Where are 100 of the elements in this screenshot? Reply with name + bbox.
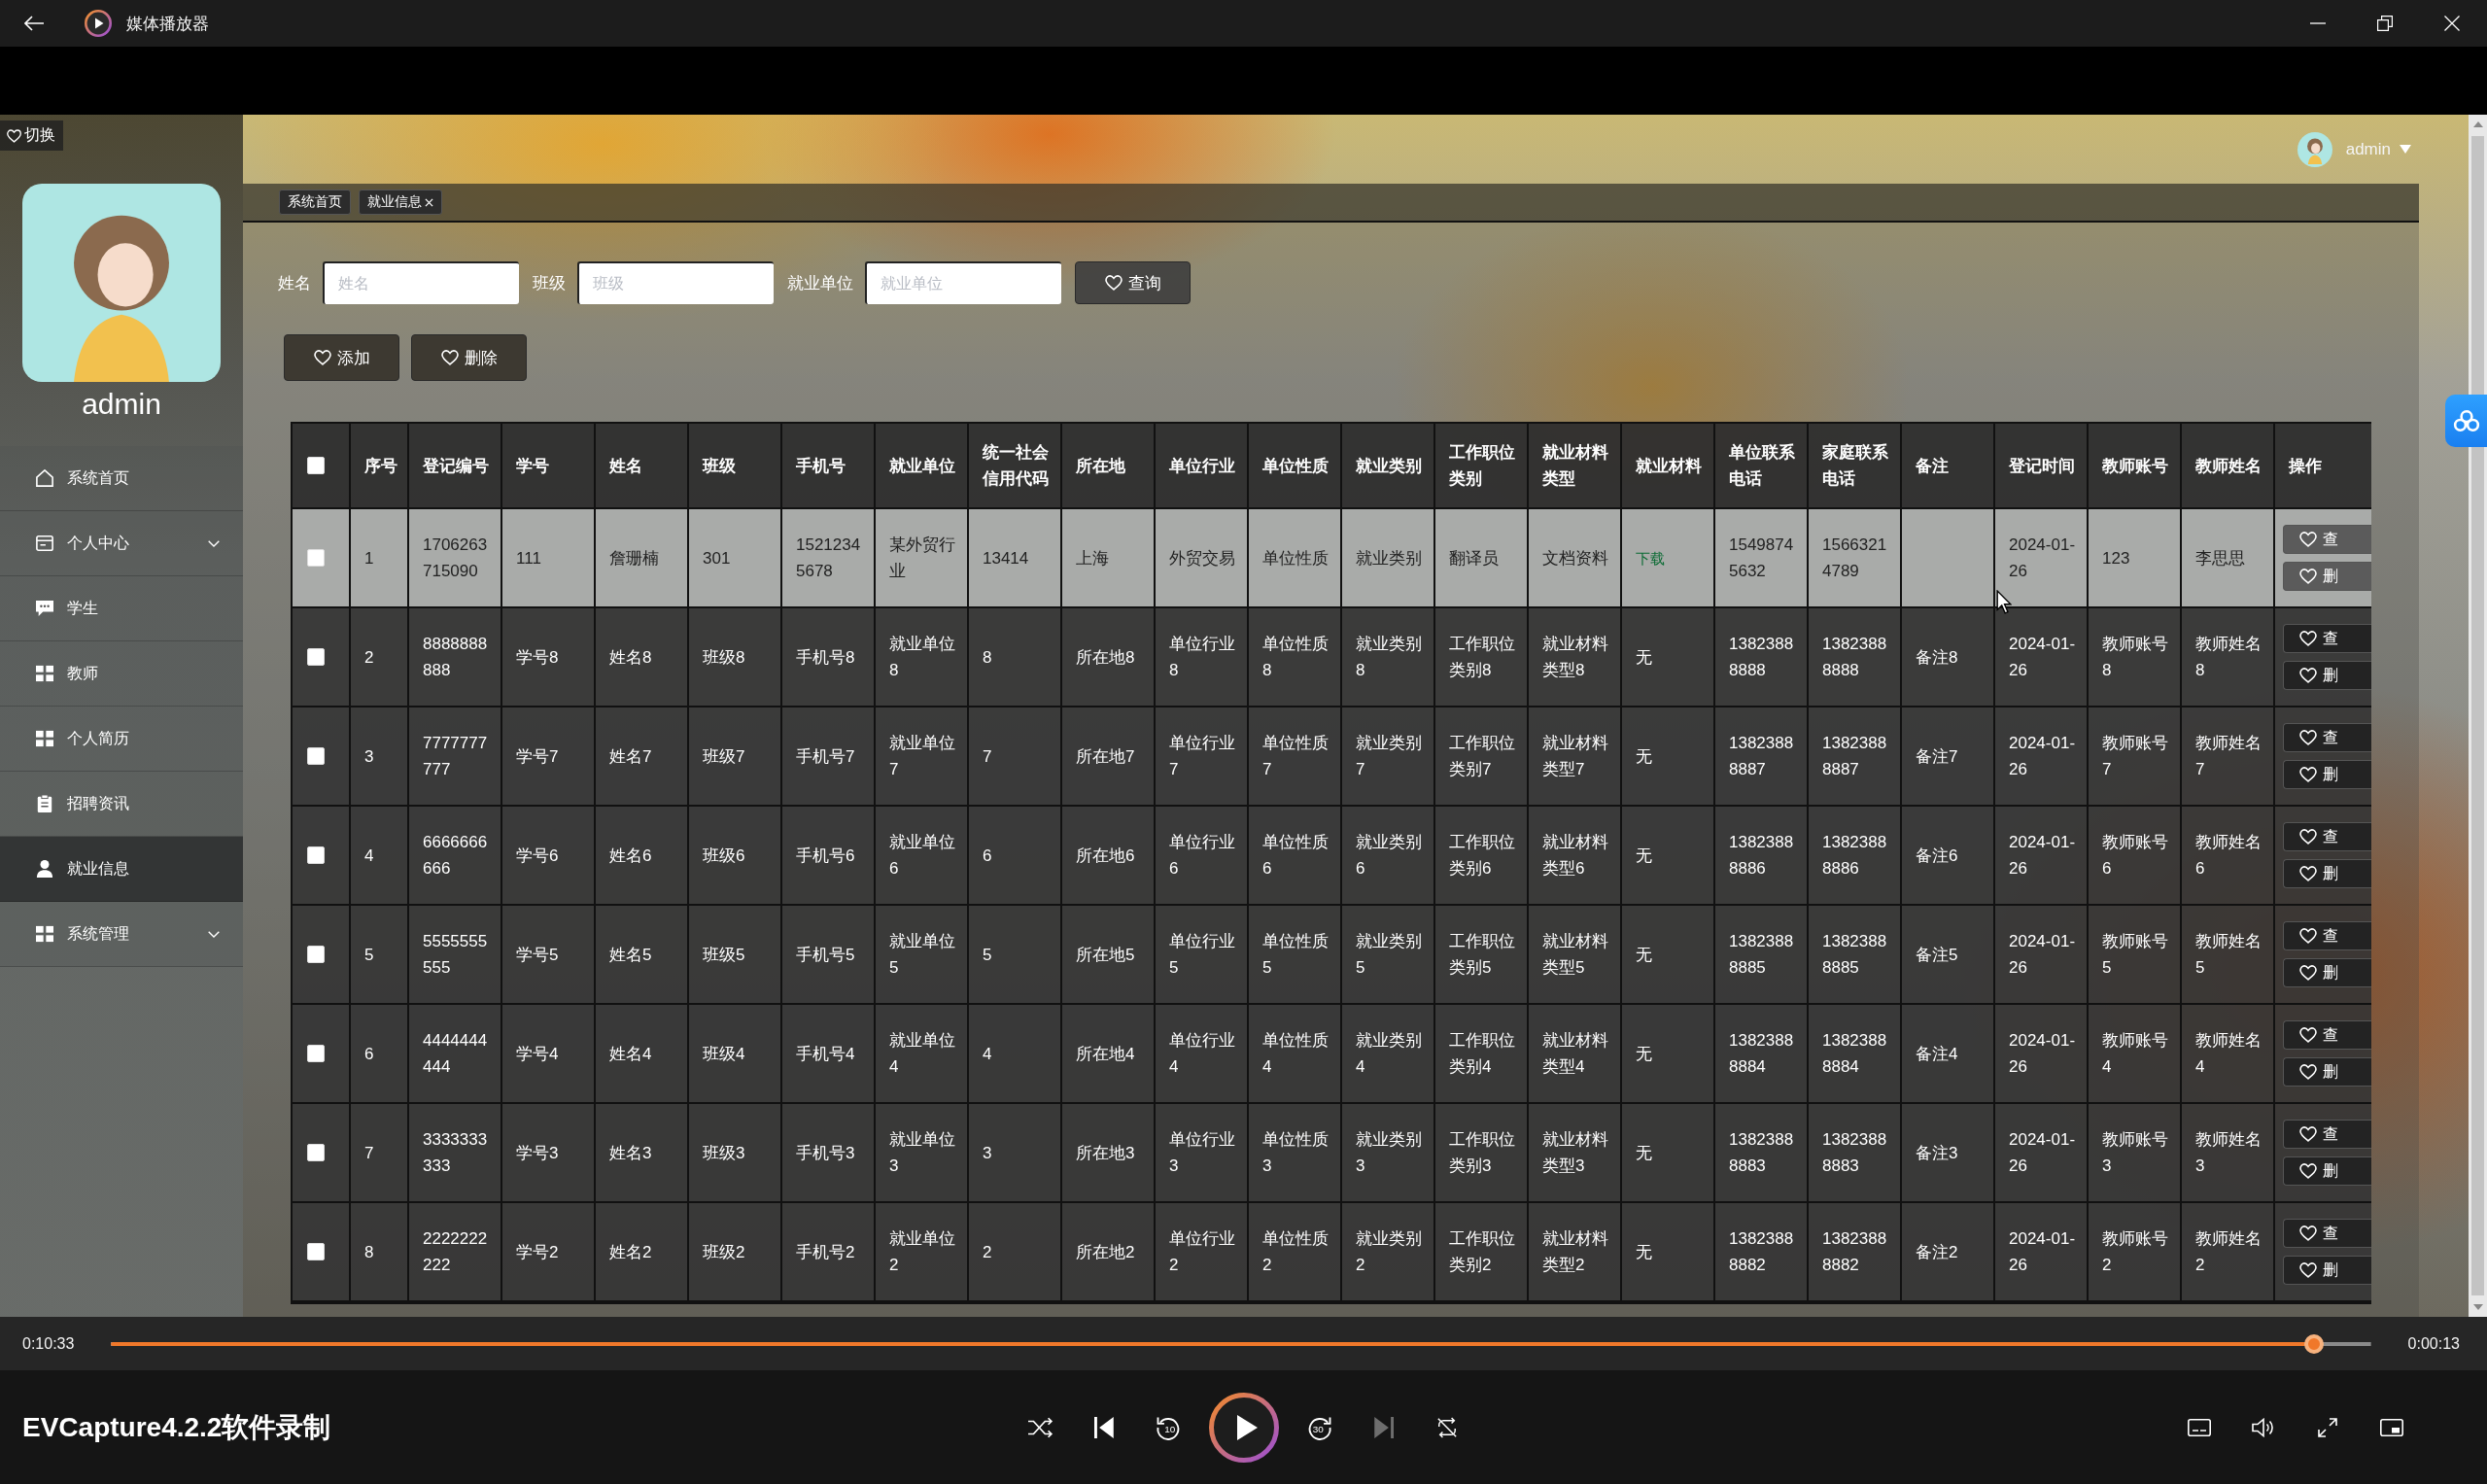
checkbox[interactable]	[307, 549, 325, 567]
checkbox[interactable]	[307, 946, 325, 963]
table-cell: 2	[969, 1203, 1062, 1302]
page-tab[interactable]: 就业信息	[359, 190, 442, 215]
caret-down-icon[interactable]	[2400, 145, 2411, 154]
checkbox[interactable]	[307, 457, 325, 474]
table-row[interactable]: 2 8888888888 学号8 姓名8 班级8 手机号8 就业单位8 8 所在地8 单位行业8 单位性质8 就业类别8 工作职位类别8 就业材料类型8 无 13823888888 13823888888 备注8 2024-01-26 教师账号8 教师姓名8 查 删	[293, 608, 2371, 707]
fullscreen-icon[interactable]	[2316, 1417, 2339, 1437]
table-cell: 8	[351, 1203, 409, 1302]
table-row[interactable]: 3 7777777777 学号7 姓名7 班级7 手机号7 就业单位7 7 所在地7 单位行业7 单位性质7 就业类别7 工作职位类别7 就业材料类型7 无 13823888887 13823888887 备注7 2024-01-26 教师账号7 教师姓名7 查 删	[293, 707, 2371, 807]
table-row[interactable]: 5 5555555555 学号5 姓名5 班级5 手机号5 就业单位5 5 所在地5 单位行业5 单位性质5 就业类别5 工作职位类别5 就业材料类型5 无 13823888885 13823888885 备注5 2024-01-26 教师账号5 教师姓名5 查 删	[293, 906, 2371, 1005]
field-label: 姓名	[278, 272, 311, 294]
table-row[interactable]: 6 4444444444 学号4 姓名4 班级4 手机号4 就业单位4 4 所在地4 单位行业4 单位性质4 就业类别4 工作职位类别4 就业材料类型4 无 13823888884 13823888884 备注4 2024-01-26 教师账号4 教师姓名4 查 删	[293, 1005, 2371, 1104]
page-tab[interactable]: 系统首页	[279, 190, 351, 215]
user-name: admin	[82, 387, 161, 422]
table-row[interactable]: 7 3333333333 学号3 姓名3 班级3 手机号3 就业单位3 3 所在地3 单位行业3 单位性质3 就业类别3 工作职位类别3 就业材料类型3 无 13823888883 13823888883 备注3 2024-01-26 教师账号3 教师姓名3 查 删	[293, 1104, 2371, 1203]
row-action-button[interactable]: 删	[2283, 1156, 2371, 1186]
rings-icon	[2452, 409, 2480, 432]
mini-player-icon[interactable]	[2380, 1417, 2403, 1437]
seek-thumb[interactable]	[2304, 1333, 2325, 1354]
grid-icon	[36, 925, 53, 943]
row-action-button[interactable]: 查	[2283, 723, 2371, 752]
table-row[interactable]: 1 1706263715090 111 詹珊楠 301 15212345678 某外贸行业 13414 上海 外贸交易 单位性质 就业类别 翻译员 文档资料 下载 15498745632 15663214789 2024-01-26 123 李思思 查 删	[293, 509, 2371, 608]
sidebar-item[interactable]: 个人中心	[0, 511, 243, 576]
shuffle-icon[interactable]	[1027, 1416, 1054, 1438]
checkbox[interactable]	[307, 1045, 325, 1062]
volume-icon[interactable]	[2252, 1417, 2275, 1437]
sidebar-item[interactable]: 系统管理	[0, 902, 243, 967]
toolbar-button[interactable]: 删除	[411, 334, 527, 381]
checkbox[interactable]	[307, 648, 325, 666]
row-action-button[interactable]: 删	[2283, 1256, 2371, 1285]
checkbox[interactable]	[307, 1243, 325, 1260]
table-cell: 13823888882	[1715, 1203, 1809, 1302]
row-action-button[interactable]: 查	[2283, 921, 2371, 950]
row-action-button[interactable]: 查	[2283, 822, 2371, 851]
play-button[interactable]	[1208, 1392, 1279, 1463]
close-icon[interactable]	[425, 197, 433, 207]
checkbox[interactable]	[307, 1144, 325, 1161]
row-action-button[interactable]: 删	[2283, 859, 2371, 888]
skip-back-button[interactable]: 10	[1154, 1413, 1182, 1441]
row-action-button[interactable]: 查	[2283, 1219, 2371, 1248]
person-icon	[36, 860, 53, 878]
chat-bubble-icon	[36, 600, 53, 617]
search-field[interactable]: 姓名	[323, 261, 519, 304]
row-action-button[interactable]: 查	[2283, 1020, 2371, 1050]
user-avatar[interactable]	[2297, 131, 2332, 167]
heart-icon	[7, 128, 21, 143]
row-action-button[interactable]: 查	[2283, 1120, 2371, 1149]
row-action-button[interactable]: 查	[2283, 624, 2371, 653]
checkbox[interactable]	[307, 846, 325, 864]
row-action-button[interactable]: 删	[2283, 562, 2371, 591]
scroll-down-icon[interactable]	[2472, 1304, 2483, 1310]
heart-icon	[2299, 965, 2317, 981]
sidebar-item[interactable]: 学生	[0, 576, 243, 641]
floating-side-button[interactable]	[2445, 395, 2487, 447]
table-cell: 2222222222	[409, 1203, 502, 1302]
sidebar-item[interactable]: 系统首页	[0, 446, 243, 511]
sidebar-item[interactable]: 招聘资讯	[0, 772, 243, 837]
heart-icon	[1104, 275, 1123, 291]
chevron-down-icon	[208, 930, 220, 938]
sidebar-item[interactable]: 就业信息	[0, 837, 243, 902]
checkbox[interactable]	[307, 747, 325, 765]
search-field[interactable]: 班级	[577, 261, 774, 304]
table-cell: 13823888882	[1809, 1203, 1902, 1302]
scrollbar-thumb[interactable]	[2471, 136, 2484, 1295]
heart-icon	[2299, 829, 2317, 845]
search-button[interactable]: 查询	[1075, 261, 1191, 304]
sidebar-item[interactable]: 教师	[0, 641, 243, 707]
toolbar-button[interactable]: 添加	[284, 334, 399, 381]
close-icon[interactable]	[2444, 16, 2460, 31]
table-cell: 所在地2	[1062, 1203, 1156, 1302]
heart-icon	[2299, 569, 2317, 584]
heart-icon	[2299, 631, 2317, 646]
back-arrow-icon[interactable]	[24, 16, 44, 31]
row-action-button[interactable]: 删	[2283, 1057, 2371, 1087]
heart-icon	[2299, 668, 2317, 683]
skip-forward-button[interactable]: 30	[1305, 1413, 1333, 1441]
field-label: 班级	[533, 272, 566, 294]
card-icon	[36, 535, 53, 552]
sidebar-item[interactable]: 个人简历	[0, 707, 243, 772]
row-action-button[interactable]: 查	[2283, 525, 2371, 554]
row-action-button[interactable]: 删	[2283, 958, 2371, 987]
scroll-up-icon[interactable]	[2472, 121, 2483, 127]
play-logo-icon	[85, 10, 112, 37]
restore-icon[interactable]	[2377, 16, 2393, 31]
table-row[interactable]: 8 2222222222 学号2 姓名2 班级2 手机号2 就业单位2 2 所在地2 单位行业2 单位性质2 就业类别2 工作职位类别2 就业材料类型2 无 13823888882 13823888882 备注2 2024-01-26 教师账号2 教师姓名2 查 删	[293, 1203, 2371, 1302]
captions-icon[interactable]	[2188, 1417, 2211, 1437]
table-cell: 就业材料类型2	[1529, 1203, 1622, 1302]
grid-icon	[36, 730, 53, 747]
table-row[interactable]: 4 6666666666 学号6 姓名6 班级6 手机号6 就业单位6 6 所在地6 单位行业6 单位性质6 就业类别6 工作职位类别6 就业材料类型6 无 13823888886 13823888886 备注6 2024-01-26 教师账号6 教师姓名6 查 删	[293, 807, 2371, 906]
table-cell: 姓名2	[596, 1203, 689, 1302]
scrollbar[interactable]	[2469, 115, 2487, 1317]
heart-icon	[2299, 532, 2317, 547]
search-field[interactable]: 就业单位	[865, 261, 1061, 304]
heart-icon	[2299, 1163, 2317, 1179]
table-cell: 就业类别2	[1342, 1203, 1435, 1302]
table-cell: 班级2	[689, 1203, 782, 1302]
row-action-button[interactable]: 删	[2283, 661, 2371, 690]
switch-button[interactable]: 切换	[0, 121, 63, 151]
row-action-button[interactable]: 删	[2283, 760, 2371, 789]
